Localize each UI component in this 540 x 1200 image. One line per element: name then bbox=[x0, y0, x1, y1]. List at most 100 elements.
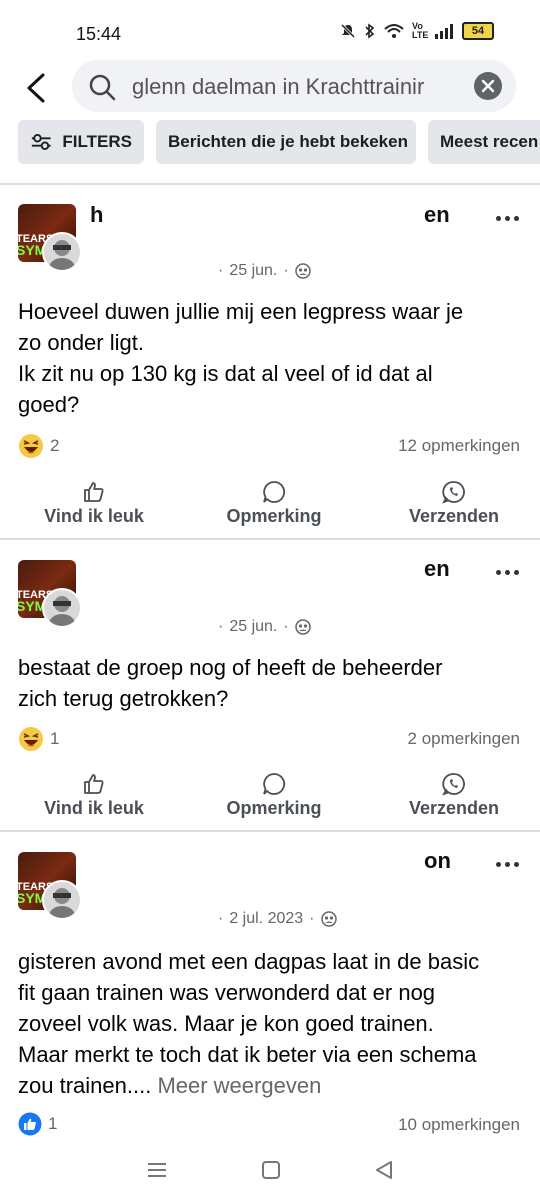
post-text-line: fit gaan trainen was verwonderd dat er n… bbox=[18, 980, 436, 1005]
reaction-count: 1 bbox=[50, 729, 60, 748]
comment-label: Opmerking bbox=[226, 506, 322, 526]
reactions-summary[interactable]: 2 bbox=[18, 433, 59, 459]
post-text-line: goed? bbox=[18, 392, 80, 417]
signal-icon bbox=[435, 24, 453, 39]
whatsapp-icon bbox=[442, 773, 465, 796]
author-name[interactable]: en bbox=[424, 556, 450, 582]
status-icons: Vo LTE 54 bbox=[340, 22, 494, 40]
wifi-icon bbox=[384, 24, 404, 38]
send-button[interactable]: Verzenden bbox=[364, 772, 540, 832]
see-more-link[interactable]: Meer weergeven bbox=[157, 1073, 321, 1098]
user-avatar bbox=[42, 232, 82, 272]
post-meta: · 25 jun. · bbox=[218, 618, 311, 636]
group-privacy-icon bbox=[294, 263, 311, 279]
search-input[interactable]: glenn daelman in Krachttrainir bbox=[132, 74, 462, 100]
post-text: Hoeveel duwen jullie mij een legpress wa… bbox=[18, 296, 518, 420]
avatar[interactable]: TEARS SYM bbox=[18, 560, 82, 628]
post-text-line-end: zou trainen.... bbox=[18, 1073, 152, 1098]
send-button[interactable]: Verzenden bbox=[364, 480, 540, 540]
reactions-summary[interactable]: 1 bbox=[18, 726, 59, 752]
haha-reaction-icon bbox=[19, 434, 43, 458]
recent-apps-icon[interactable] bbox=[146, 1160, 168, 1180]
separator: · bbox=[309, 910, 315, 927]
post-actions: Vind ik leuk Opmerking Verzenden bbox=[0, 480, 540, 540]
group-privacy-icon bbox=[320, 911, 337, 927]
post-date[interactable]: 25 jun. bbox=[229, 262, 277, 280]
back-nav-icon[interactable] bbox=[374, 1160, 394, 1180]
post-meta: · 25 jun. · bbox=[218, 262, 311, 280]
author-name[interactable]: on bbox=[424, 848, 451, 874]
separator: · bbox=[218, 262, 224, 279]
post-date[interactable]: 25 jun. bbox=[229, 618, 277, 636]
post-text-line: zich terug getrokken? bbox=[18, 686, 229, 711]
post-card: TEARS SYM h en · 25 jun. · Hoeveel duwen … bbox=[0, 186, 540, 538]
separator: · bbox=[283, 618, 289, 635]
post-meta: · 2 jul. 2023 · bbox=[218, 910, 337, 928]
more-options-button[interactable] bbox=[492, 854, 522, 874]
battery-icon: 54 bbox=[462, 22, 494, 40]
comments-count[interactable]: 12 opmerkingen bbox=[398, 436, 520, 456]
filters-chip[interactable]: FILTERS bbox=[18, 120, 144, 164]
system-nav-bar bbox=[0, 1140, 540, 1200]
clear-search-button[interactable] bbox=[474, 72, 502, 100]
filters-chip-label: FILTERS bbox=[62, 132, 132, 151]
like-button[interactable]: Vind ik leuk bbox=[4, 480, 184, 540]
whatsapp-icon bbox=[442, 481, 465, 504]
post-card: TEARS SYM en · 25 jun. · bestaat de groep… bbox=[0, 540, 540, 830]
post-text-line: Maar merkt te toch dat ik beter via een … bbox=[18, 1042, 477, 1067]
sliders-icon bbox=[31, 134, 51, 150]
divider bbox=[0, 183, 540, 185]
close-icon bbox=[481, 79, 495, 93]
search-field[interactable]: glenn daelman in Krachttrainir bbox=[72, 60, 516, 112]
like-icon bbox=[84, 774, 104, 794]
author-name-fragment: en bbox=[424, 202, 450, 227]
post-card: TEARS SYM on · 2 jul. 2023 · gisteren avo… bbox=[0, 832, 540, 1140]
like-icon bbox=[84, 482, 104, 502]
like-label: Vind ik leuk bbox=[44, 506, 144, 526]
reaction-count: 1 bbox=[48, 1114, 58, 1133]
comment-button[interactable]: Opmerking bbox=[184, 772, 364, 832]
comment-button[interactable]: Opmerking bbox=[184, 480, 364, 540]
post-text: bestaat de groep nog of heeft de beheerd… bbox=[18, 652, 518, 714]
avatar[interactable]: TEARS SYM bbox=[18, 852, 82, 920]
comment-label: Opmerking bbox=[226, 798, 322, 818]
like-label: Vind ik leuk bbox=[44, 798, 144, 818]
user-avatar bbox=[42, 588, 82, 628]
send-label: Verzenden bbox=[408, 798, 500, 818]
separator: · bbox=[218, 910, 224, 927]
author-name[interactable]: h bbox=[90, 202, 103, 228]
reactions-summary[interactable]: 1 bbox=[18, 1112, 57, 1136]
post-text: gisteren avond met een dagpas laat in de… bbox=[18, 946, 518, 1101]
avatar[interactable]: TEARS SYM bbox=[18, 204, 82, 272]
most-recent-chip[interactable]: Meest recen bbox=[428, 120, 540, 164]
more-options-button[interactable] bbox=[492, 208, 522, 228]
more-options-button[interactable] bbox=[492, 562, 522, 582]
comment-icon bbox=[263, 773, 286, 795]
back-button[interactable] bbox=[18, 70, 54, 106]
most-recent-chip-label: Meest recen bbox=[440, 132, 539, 151]
haha-reaction-icon bbox=[19, 727, 43, 751]
post-text-line: bestaat de groep nog of heeft de beheerd… bbox=[18, 655, 443, 680]
status-time: 15:44 bbox=[76, 24, 122, 44]
status-bar: 15:44 Vo LTE 54 bbox=[0, 0, 540, 64]
post-date[interactable]: 2 jul. 2023 bbox=[229, 910, 303, 928]
group-privacy-icon bbox=[294, 619, 311, 635]
comments-count[interactable]: 10 opmerkingen bbox=[398, 1115, 520, 1135]
separator: · bbox=[218, 618, 224, 635]
mute-icon bbox=[340, 23, 356, 39]
reaction-count: 2 bbox=[50, 436, 60, 455]
like-button[interactable]: Vind ik leuk bbox=[4, 772, 184, 832]
post-actions: Vind ik leuk Opmerking Verzenden bbox=[0, 772, 540, 832]
separator: · bbox=[283, 262, 289, 279]
comments-count[interactable]: 2 opmerkingen bbox=[408, 729, 520, 749]
post-text-line: zou trainen.... Meer weergeven bbox=[18, 1070, 518, 1101]
user-avatar bbox=[42, 880, 82, 920]
filter-chips: FILTERS Berichten die je hebt bekeken Me… bbox=[0, 120, 540, 166]
home-icon[interactable] bbox=[261, 1160, 281, 1180]
like-reaction-icon bbox=[18, 1112, 42, 1136]
search-icon bbox=[89, 74, 116, 101]
post-text-line: zoveel volk was. Maar je kon goed traine… bbox=[18, 1011, 434, 1036]
comment-icon bbox=[263, 481, 286, 503]
network-label: Vo LTE bbox=[412, 21, 429, 40]
seen-posts-chip[interactable]: Berichten die je hebt bekeken bbox=[156, 120, 416, 164]
